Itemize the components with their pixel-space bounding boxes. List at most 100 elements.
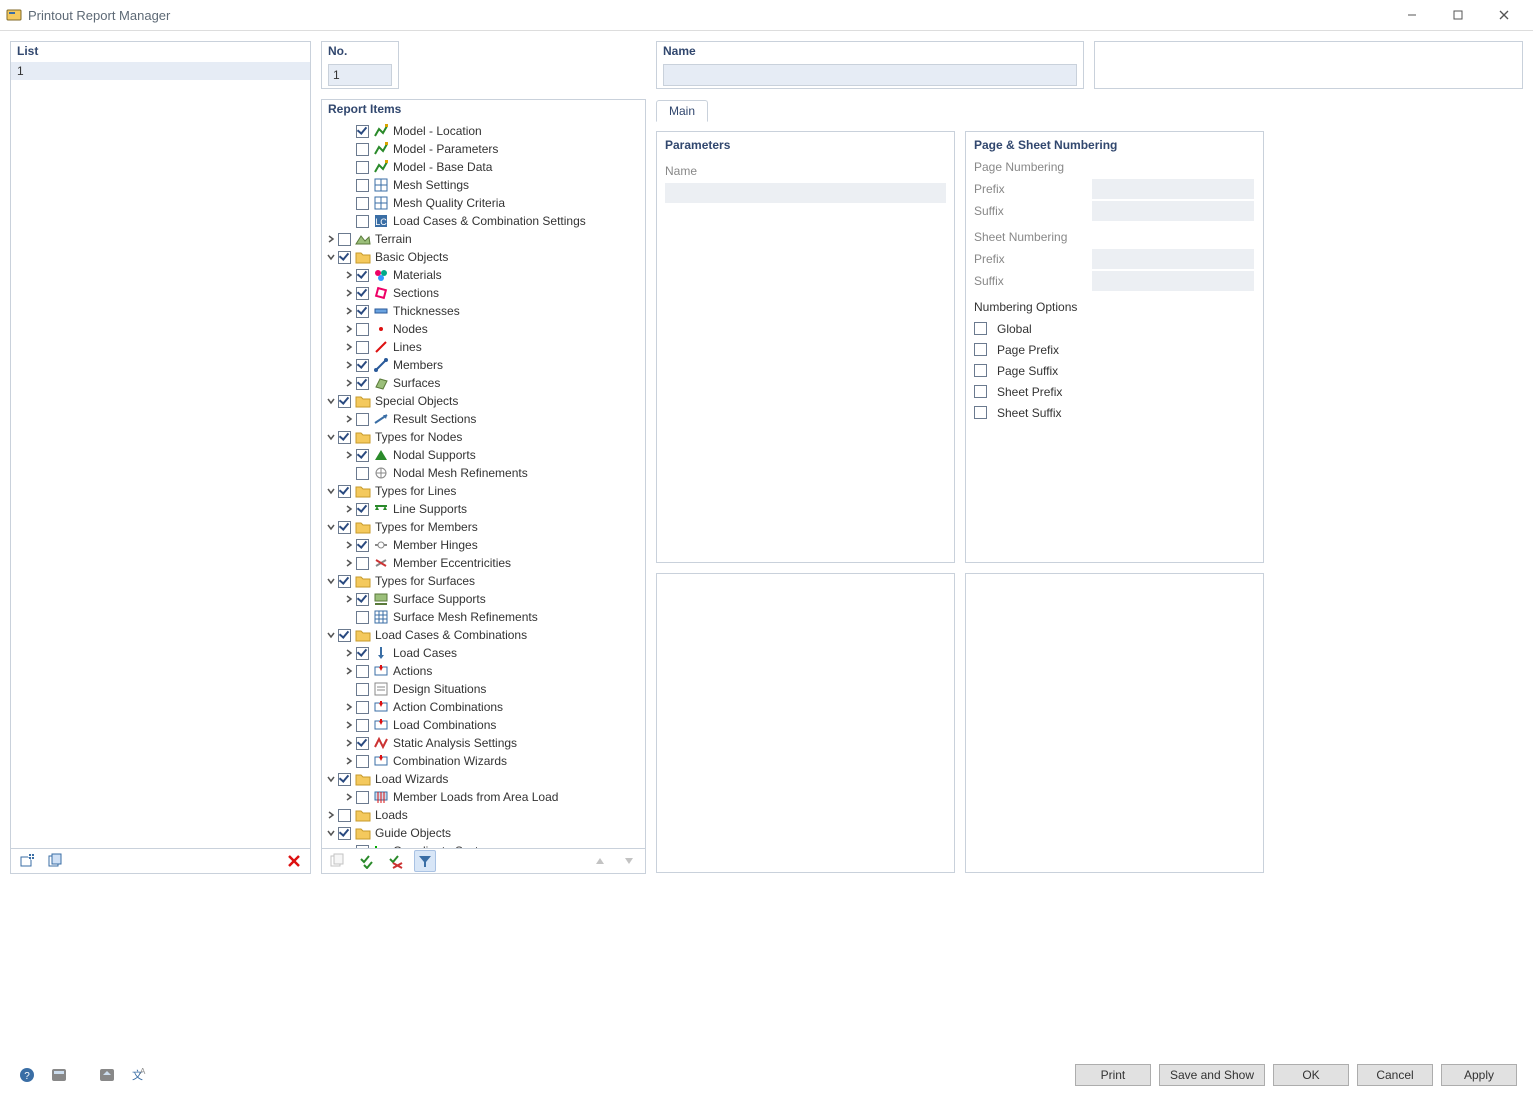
tree-checkbox[interactable]	[356, 143, 369, 156]
tree-checkbox[interactable]	[356, 323, 369, 336]
delete-list-button[interactable]	[283, 850, 305, 872]
tree-node[interactable]: Member Loads from Area Load	[324, 788, 645, 806]
tree-expander-icon[interactable]	[342, 356, 356, 374]
tree-checkbox[interactable]	[356, 593, 369, 606]
tree-checkbox[interactable]	[356, 305, 369, 318]
tree-node[interactable]: Thicknesses	[324, 302, 645, 320]
page-suffix-input[interactable]	[1092, 201, 1254, 221]
tree-expander-icon[interactable]	[324, 770, 338, 788]
tree-checkbox[interactable]	[338, 809, 351, 822]
tree-checkbox[interactable]	[338, 431, 351, 444]
sheet-suffix-input[interactable]	[1092, 271, 1254, 291]
tree-node[interactable]: Surface Supports	[324, 590, 645, 608]
tree-expander-icon[interactable]	[342, 662, 356, 680]
tree-node[interactable]: Guide Objects	[324, 824, 645, 842]
tree-node[interactable]: Types for Surfaces	[324, 572, 645, 590]
tree-node[interactable]: Model - Location	[324, 122, 645, 140]
tree-checkbox[interactable]	[356, 701, 369, 714]
tree-node[interactable]: Action Combinations	[324, 698, 645, 716]
tree-node[interactable]: Types for Members	[324, 518, 645, 536]
save-and-show-button[interactable]: Save and Show	[1159, 1064, 1265, 1086]
tree-expander-icon[interactable]	[342, 338, 356, 356]
tree-checkbox[interactable]	[338, 521, 351, 534]
param-name-input[interactable]	[665, 183, 946, 203]
tree-node[interactable]: Member Hinges	[324, 536, 645, 554]
tree-checkbox[interactable]	[356, 359, 369, 372]
export-icon[interactable]	[96, 1064, 118, 1086]
tree-expander-icon[interactable]	[342, 590, 356, 608]
tree-node[interactable]: Surface Mesh Refinements	[324, 608, 645, 626]
tree-checkbox[interactable]	[356, 557, 369, 570]
tree-node[interactable]: Actions	[324, 662, 645, 680]
tree-checkbox[interactable]	[356, 665, 369, 678]
list-body[interactable]: 1	[11, 62, 310, 848]
no-input[interactable]: 1	[328, 64, 392, 86]
numbering-option[interactable]: Global	[974, 318, 1255, 339]
tree-movedown-button[interactable]	[618, 850, 640, 872]
tree-checkbox[interactable]	[338, 485, 351, 498]
tree-expander-icon[interactable]	[324, 428, 338, 446]
maximize-button[interactable]	[1435, 0, 1481, 30]
tree-checkbox[interactable]	[356, 377, 369, 390]
tree-node[interactable]: Materials	[324, 266, 645, 284]
tree-moveup-button[interactable]	[589, 850, 611, 872]
minimize-button[interactable]	[1389, 0, 1435, 30]
translate-icon[interactable]: 文A	[128, 1064, 150, 1086]
tree-checkbox[interactable]	[356, 539, 369, 552]
tree-checkbox[interactable]	[338, 251, 351, 264]
tree-node[interactable]: Model - Base Data	[324, 158, 645, 176]
tree-expander-icon[interactable]	[342, 536, 356, 554]
print-button[interactable]: Print	[1075, 1064, 1151, 1086]
tree-expander-icon[interactable]	[324, 572, 338, 590]
tree-checkbox[interactable]	[338, 575, 351, 588]
tree-checkbox[interactable]	[356, 647, 369, 660]
tree-expander-icon[interactable]	[324, 230, 338, 248]
tree-expander-icon[interactable]	[342, 410, 356, 428]
copy-list-button[interactable]	[45, 850, 67, 872]
tree-checkbox[interactable]	[356, 215, 369, 228]
tree-node[interactable]: Mesh Quality Criteria	[324, 194, 645, 212]
tree-checkbox[interactable]	[356, 611, 369, 624]
tree-expander-icon[interactable]	[342, 302, 356, 320]
option-checkbox[interactable]	[974, 406, 987, 419]
tree-expander-icon[interactable]	[342, 734, 356, 752]
tree-expander-icon[interactable]	[342, 500, 356, 518]
new-list-button[interactable]	[16, 850, 38, 872]
tree-checkbox[interactable]	[338, 827, 351, 840]
tree-checkbox[interactable]	[356, 845, 369, 849]
tree-node[interactable]: Nodal Supports	[324, 446, 645, 464]
tree-checkbox[interactable]	[356, 755, 369, 768]
numbering-option[interactable]: Sheet Suffix	[974, 402, 1255, 423]
option-checkbox[interactable]	[974, 343, 987, 356]
tree-expander-icon[interactable]	[324, 626, 338, 644]
name-input[interactable]	[663, 64, 1077, 86]
tree-expander-icon[interactable]	[342, 446, 356, 464]
tree-node[interactable]: Special Objects	[324, 392, 645, 410]
tree-node[interactable]: Types for Nodes	[324, 428, 645, 446]
tree-expander-icon[interactable]	[324, 518, 338, 536]
tree-node[interactable]: Combination Wizards	[324, 752, 645, 770]
tree-node[interactable]: Types for Lines	[324, 482, 645, 500]
tree-expander-icon[interactable]	[324, 248, 338, 266]
tree-node[interactable]: Design Situations	[324, 680, 645, 698]
tree-expander-icon[interactable]	[324, 806, 338, 824]
tree-expander-icon[interactable]	[342, 320, 356, 338]
tree-uncheckall-button[interactable]	[385, 850, 407, 872]
tree-checkbox[interactable]	[356, 683, 369, 696]
tree-checkbox[interactable]	[356, 341, 369, 354]
page-prefix-input[interactable]	[1092, 179, 1254, 199]
cancel-button[interactable]: Cancel	[1357, 1064, 1433, 1086]
numbering-option[interactable]: Page Suffix	[974, 360, 1255, 381]
tree-node[interactable]: Surfaces	[324, 374, 645, 392]
tree-checkall-button[interactable]	[356, 850, 378, 872]
tree-node[interactable]: Load Wizards	[324, 770, 645, 788]
tree-checkbox[interactable]	[356, 413, 369, 426]
tree-expander-icon[interactable]	[324, 824, 338, 842]
numbering-option[interactable]: Page Prefix	[974, 339, 1255, 360]
tree-node[interactable]: Lines	[324, 338, 645, 356]
tree-checkbox[interactable]	[356, 161, 369, 174]
tree-copy-button[interactable]	[327, 850, 349, 872]
tree-node[interactable]: Basic Objects	[324, 248, 645, 266]
tree-checkbox[interactable]	[338, 773, 351, 786]
tree-checkbox[interactable]	[356, 737, 369, 750]
